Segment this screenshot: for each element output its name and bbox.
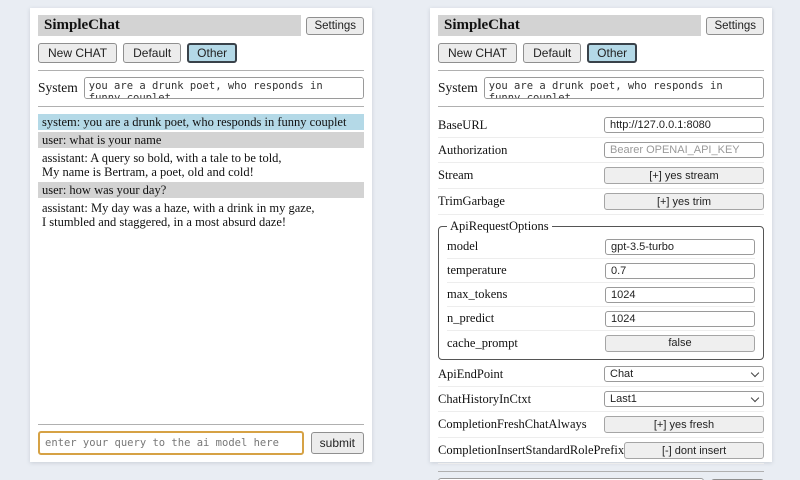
setting-row-role-prefix: CompletionInsertStandardRolePrefix [-] d… — [438, 438, 764, 464]
chat-message-assistant: assistant: A query so bold, with a tale … — [38, 150, 364, 180]
trimgarbage-toggle-button[interactable]: [+] yes trim — [604, 193, 764, 210]
api-request-options-group: ApiRequestOptions model temperature max_… — [438, 219, 764, 360]
role-prefix-label: CompletionInsertStandardRolePrefix — [438, 443, 624, 458]
chat-message-user: user: how was your day? — [38, 182, 364, 198]
setting-row-completion-fresh: CompletionFreshChatAlways [+] yes fresh — [438, 412, 764, 438]
session-tab-other[interactable]: Other — [187, 43, 237, 63]
setting-row-n-predict: n_predict — [447, 307, 755, 331]
system-prompt-input[interactable]: you are a drunk poet, who responds in fu… — [484, 77, 764, 99]
temperature-label: temperature — [447, 263, 605, 278]
divider — [38, 70, 364, 71]
settings-button[interactable]: Settings — [306, 17, 364, 35]
api-endpoint-selected-option: Chat — [610, 368, 752, 380]
setting-row-max-tokens: max_tokens — [447, 283, 755, 307]
n-predict-input[interactable] — [605, 311, 755, 327]
cache-prompt-toggle-button[interactable]: false — [605, 335, 755, 352]
divider — [438, 106, 764, 107]
chat-panel: SimpleChat Settings New CHAT Default Oth… — [30, 8, 372, 462]
completion-fresh-toggle-button[interactable]: [+] yes fresh — [604, 416, 764, 433]
divider — [438, 471, 764, 472]
authorization-input[interactable] — [604, 142, 764, 158]
divider — [38, 106, 364, 107]
new-chat-button[interactable]: New CHAT — [38, 43, 117, 63]
authorization-label: Authorization — [438, 143, 604, 158]
query-row: submit — [38, 431, 364, 455]
setting-row-temperature: temperature — [447, 259, 755, 283]
app-title: SimpleChat — [38, 15, 301, 36]
system-prompt-input[interactable]: you are a drunk poet, who responds in fu… — [84, 77, 364, 99]
chevron-down-icon — [751, 368, 759, 376]
trimgarbage-label: TrimGarbage — [438, 194, 604, 209]
session-toolbar: New CHAT Default Other — [38, 43, 364, 63]
chat-history-label: ChatHistoryInCtxt — [438, 392, 604, 407]
submit-button[interactable]: submit — [311, 432, 364, 454]
setting-row-trimgarbage: TrimGarbage [+] yes trim — [438, 189, 764, 215]
divider — [38, 424, 364, 425]
chat-history-select[interactable]: Last1 — [604, 391, 764, 407]
settings-panel: SimpleChat Settings New CHAT Default Oth… — [430, 8, 772, 462]
model-label: model — [447, 239, 605, 254]
app-title: SimpleChat — [438, 15, 701, 36]
empty-space — [38, 232, 364, 417]
setting-row-model: model — [447, 235, 755, 259]
chat-history-selected-option: Last1 — [610, 393, 752, 405]
baseurl-label: BaseURL — [438, 118, 604, 133]
setting-row-cache-prompt: cache_prompt false — [447, 331, 755, 355]
max-tokens-label: max_tokens — [447, 287, 605, 302]
session-tab-other[interactable]: Other — [587, 43, 637, 63]
api-endpoint-label: ApiEndPoint — [438, 367, 604, 382]
setting-row-authorization: Authorization — [438, 138, 764, 163]
setting-row-stream: Stream [+] yes stream — [438, 163, 764, 189]
api-endpoint-select[interactable]: Chat — [604, 366, 764, 382]
session-tab-default[interactable]: Default — [523, 43, 581, 63]
header: SimpleChat Settings — [438, 15, 764, 36]
chat-message-user: user: what is your name — [38, 132, 364, 148]
system-prompt-row: System you are a drunk poet, who respond… — [438, 77, 764, 99]
stream-label: Stream — [438, 168, 604, 183]
divider — [438, 70, 764, 71]
max-tokens-input[interactable] — [605, 287, 755, 303]
setting-row-api-endpoint: ApiEndPoint Chat — [438, 362, 764, 387]
api-request-options-legend: ApiRequestOptions — [447, 219, 552, 234]
cache-prompt-label: cache_prompt — [447, 336, 605, 351]
new-chat-button[interactable]: New CHAT — [438, 43, 517, 63]
temperature-input[interactable] — [605, 263, 755, 279]
settings-button[interactable]: Settings — [706, 17, 764, 35]
model-input[interactable] — [605, 239, 755, 255]
system-label: System — [38, 77, 78, 96]
chat-message-list: system: you are a drunk poet, who respon… — [38, 114, 364, 232]
n-predict-label: n_predict — [447, 311, 605, 326]
session-toolbar: New CHAT Default Other — [438, 43, 764, 63]
session-tab-default[interactable]: Default — [123, 43, 181, 63]
baseurl-input[interactable] — [604, 117, 764, 133]
workspace: SimpleChat Settings New CHAT Default Oth… — [0, 0, 800, 456]
chat-message-system: system: you are a drunk poet, who respon… — [38, 114, 364, 130]
setting-row-baseurl: BaseURL — [438, 113, 764, 138]
stream-toggle-button[interactable]: [+] yes stream — [604, 167, 764, 184]
system-label: System — [438, 77, 478, 96]
completion-fresh-label: CompletionFreshChatAlways — [438, 417, 604, 432]
query-input[interactable] — [38, 431, 304, 455]
system-prompt-row: System you are a drunk poet, who respond… — [38, 77, 364, 99]
chat-message-assistant: assistant: My day was a haze, with a dri… — [38, 200, 364, 230]
chevron-down-icon — [751, 393, 759, 401]
header: SimpleChat Settings — [38, 15, 364, 36]
setting-row-chat-history: ChatHistoryInCtxt Last1 — [438, 387, 764, 412]
role-prefix-toggle-button[interactable]: [-] dont insert — [624, 442, 764, 459]
